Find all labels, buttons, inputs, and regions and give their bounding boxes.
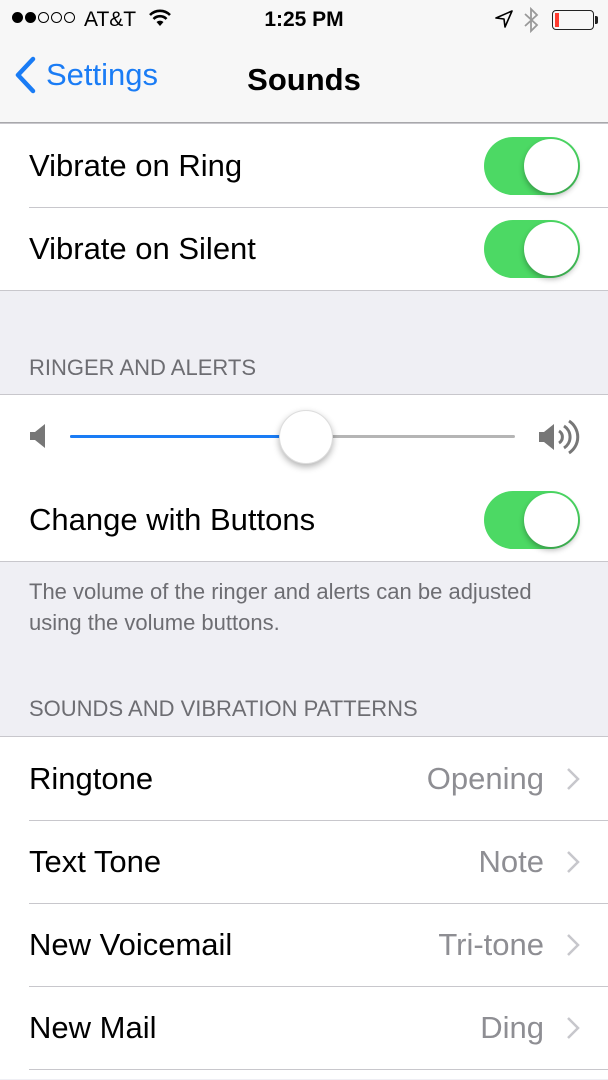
chevron-right-icon bbox=[567, 767, 580, 790]
text-tone-row[interactable]: Text Tone Note bbox=[0, 820, 608, 903]
chevron-right-icon bbox=[567, 850, 580, 873]
ringer-footer-text: The volume of the ringer and alerts can … bbox=[29, 579, 532, 635]
speaker-low-icon bbox=[29, 423, 47, 454]
bluetooth-icon bbox=[523, 6, 539, 39]
section-header-sounds: SOUNDS AND VIBRATION PATTERNS bbox=[29, 696, 418, 721]
change-with-buttons-toggle[interactable] bbox=[484, 490, 580, 549]
ringer-volume-slider[interactable] bbox=[70, 410, 515, 464]
partial-row-separator bbox=[0, 1069, 608, 1079]
chevron-right-icon bbox=[567, 1016, 580, 1039]
battery-level bbox=[555, 13, 559, 27]
row-value: Ding bbox=[480, 1009, 544, 1045]
row-label: Ringtone bbox=[29, 760, 154, 796]
slider-fill bbox=[70, 435, 306, 438]
ringtone-row[interactable]: Ringtone Opening bbox=[0, 737, 608, 820]
row-value: Note bbox=[478, 843, 544, 879]
location-arrow-icon bbox=[494, 9, 514, 35]
vibrate-group: Vibrate on Ring Vibrate on Silent bbox=[0, 123, 608, 291]
ringer-group: Change with Buttons bbox=[0, 394, 608, 562]
row-label: Text Tone bbox=[29, 843, 162, 879]
new-mail-row[interactable]: New Mail Ding bbox=[0, 986, 608, 1069]
speaker-high-icon bbox=[538, 418, 582, 461]
slider-thumb[interactable] bbox=[278, 410, 333, 464]
status-time: 1:25 PM bbox=[264, 8, 344, 31]
toggle-knob bbox=[524, 492, 578, 547]
chevron-right-icon bbox=[567, 933, 580, 956]
page-title: Sounds bbox=[247, 62, 361, 97]
ringer-volume-row bbox=[0, 395, 608, 478]
header: AT&T 1:25 PM Settings Sounds bbox=[0, 0, 608, 123]
row-label: Vibrate on Silent bbox=[29, 230, 256, 266]
battery-tip bbox=[595, 16, 598, 24]
new-voicemail-row[interactable]: New Voicemail Tri-tone bbox=[0, 903, 608, 986]
navigation-bar: Settings Sounds bbox=[0, 40, 608, 123]
battery-icon bbox=[552, 10, 594, 30]
sounds-group: Ringtone Opening Text Tone Note New Voic… bbox=[0, 736, 608, 1079]
section-header-ringer: RINGER AND ALERTS bbox=[29, 355, 256, 380]
vibrate-on-silent-row: Vibrate on Silent bbox=[0, 207, 608, 290]
toggle-knob bbox=[524, 138, 578, 193]
vibrate-on-silent-toggle[interactable] bbox=[484, 219, 580, 278]
row-value: Tri-tone bbox=[438, 926, 544, 962]
row-value: Opening bbox=[426, 760, 544, 796]
row-label: New Voicemail bbox=[29, 926, 233, 962]
row-label: New Mail bbox=[29, 1009, 157, 1045]
toggle-knob bbox=[524, 221, 578, 276]
change-with-buttons-row: Change with Buttons bbox=[0, 478, 608, 561]
status-bar: AT&T 1:25 PM bbox=[0, 0, 608, 40]
row-label: Vibrate on Ring bbox=[29, 147, 243, 183]
vibrate-on-ring-row: Vibrate on Ring bbox=[0, 124, 608, 207]
vibrate-on-ring-toggle[interactable] bbox=[484, 136, 580, 195]
row-label: Change with Buttons bbox=[29, 501, 316, 537]
